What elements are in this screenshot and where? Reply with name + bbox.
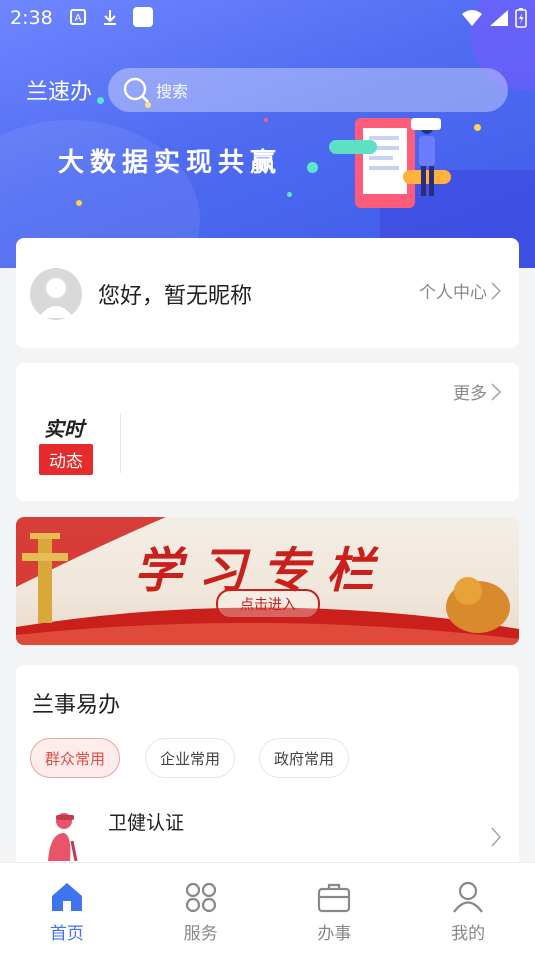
tab-services-label: 服务 — [183, 924, 218, 944]
tab-affairs-label: 办事 — [317, 924, 352, 944]
more-link[interactable]: 更多 — [453, 379, 501, 404]
dynamics-badge: 动态 — [39, 444, 93, 475]
app-notification-icon — [133, 7, 153, 27]
chevron-right-icon — [491, 281, 501, 300]
tab-home-label: 首页 — [49, 924, 84, 944]
grid-icon — [185, 882, 216, 913]
personal-center-link[interactable]: 个人中心 — [419, 278, 501, 303]
svg-text:A: A — [75, 13, 82, 24]
home-icon — [51, 883, 82, 911]
banner-illustration — [329, 118, 451, 208]
text-notification-icon: A — [70, 9, 86, 25]
download-icon — [104, 10, 116, 25]
realtime-label: 实时 — [44, 417, 84, 441]
tab-affairs[interactable]: 办事 — [268, 863, 402, 953]
chevron-right-icon — [491, 382, 501, 401]
personal-center-label: 个人中心 — [419, 283, 487, 303]
avatar[interactable] — [30, 268, 82, 320]
services-title: 兰事易办 — [32, 693, 121, 718]
tab-government-common[interactable]: 政府常用 — [259, 738, 350, 778]
search-icon — [123, 77, 149, 103]
briefcase-icon — [318, 883, 351, 913]
study-column-banner[interactable]: 学习专栏 点击进入 — [16, 517, 519, 645]
signal-icon — [490, 10, 508, 26]
status-time: 2:38 — [10, 7, 53, 29]
bottom-tab-bar: 首页 服务 办事 我的 — [0, 862, 535, 953]
search-placeholder: 搜索 — [156, 82, 189, 101]
tab-mine-label: 我的 — [451, 924, 486, 944]
banner-title: 大数据实现共赢 — [58, 148, 283, 178]
profile-card[interactable]: 您好，暂无昵称 个人中心 — [16, 238, 519, 348]
service-item-label[interactable]: 卫健认证 — [108, 808, 184, 835]
greeting-text: 您好，暂无昵称 — [98, 284, 253, 309]
enter-button[interactable]: 点击进入 — [216, 589, 320, 619]
battery-icon — [515, 8, 527, 28]
header-banner: 2:38 A 兰速办 搜索 大数据实现共赢 — [0, 0, 535, 268]
elderly-person-icon — [48, 813, 78, 861]
system-indicators — [461, 6, 527, 30]
tab-mine[interactable]: 我的 — [401, 863, 535, 953]
services-card: 兰事易办 群众常用 企业常用 政府常用 卫健认证 — [16, 665, 519, 895]
wifi-icon — [462, 10, 482, 26]
tab-services[interactable]: 服务 — [134, 863, 268, 953]
tab-enterprise-common[interactable]: 企业常用 — [145, 738, 236, 778]
realtime-news-card: 更多 实时 动态 — [16, 363, 519, 501]
search-bar[interactable]: 搜索 — [108, 68, 508, 112]
chevron-right-icon[interactable] — [491, 827, 501, 847]
more-label: 更多 — [453, 384, 487, 404]
default-avatar-icon — [38, 278, 74, 318]
divider — [120, 413, 121, 473]
user-icon — [453, 881, 484, 913]
city-label[interactable]: 兰速办 — [26, 74, 92, 106]
tab-home[interactable]: 首页 — [0, 863, 134, 953]
status-bar: 2:38 A — [0, 0, 535, 38]
tab-public-common[interactable]: 群众常用 — [30, 738, 121, 778]
